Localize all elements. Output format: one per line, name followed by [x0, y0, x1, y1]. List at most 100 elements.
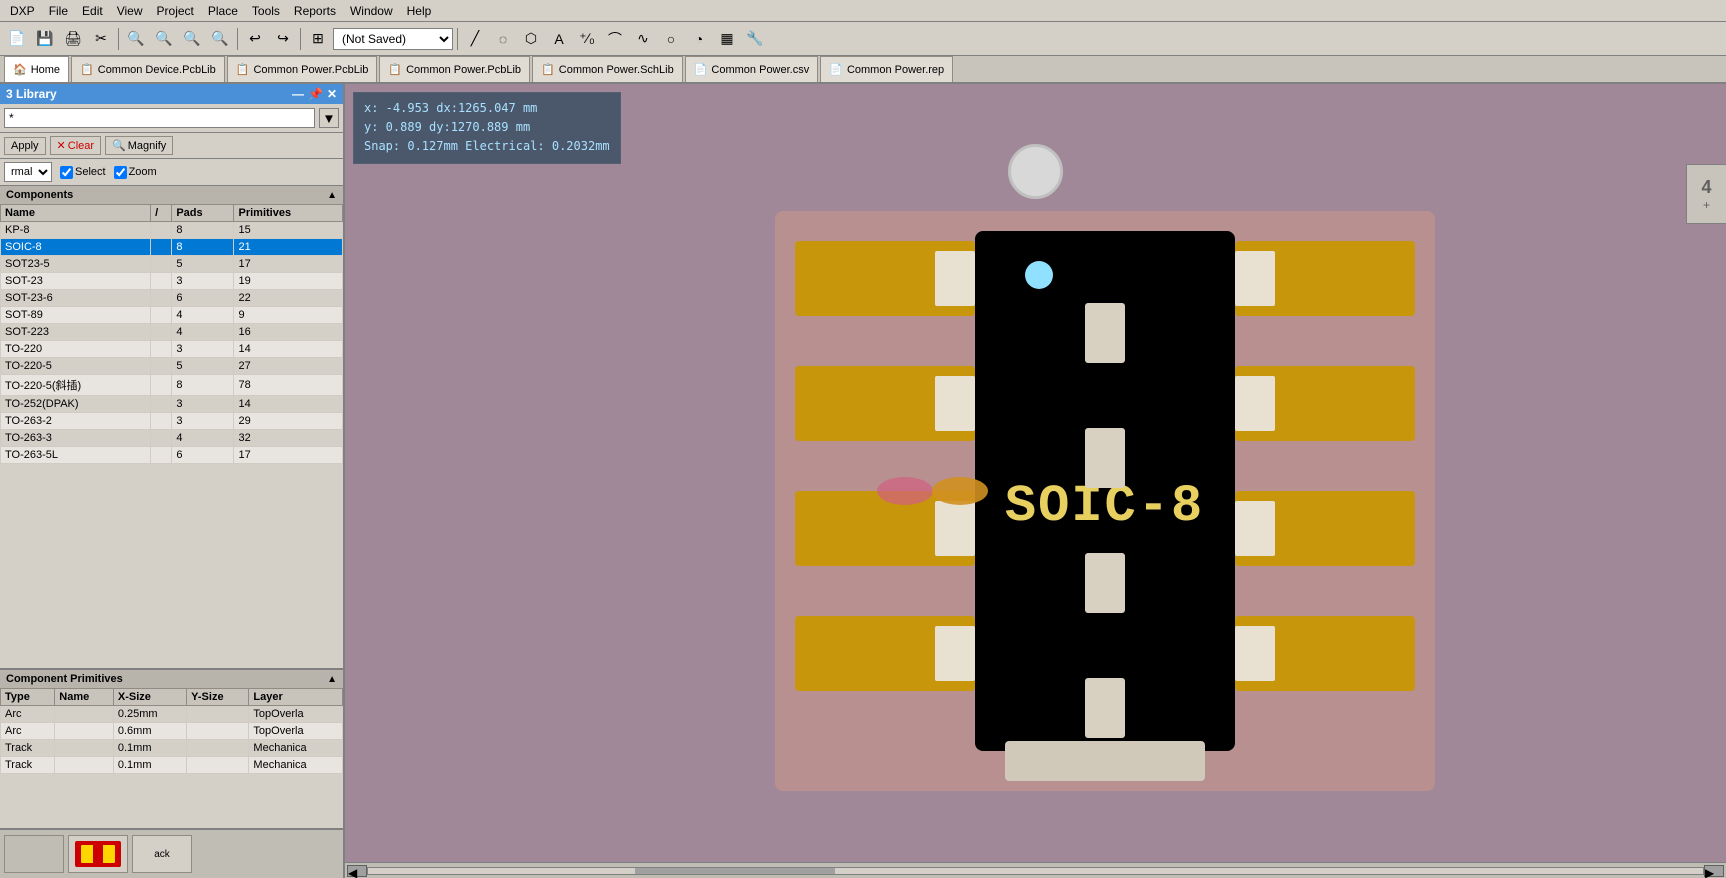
circle-button[interactable]: ○ — [658, 26, 684, 52]
print-button[interactable]: 🖨 — [60, 26, 86, 52]
num-button[interactable]: ⁺⁄₀ — [574, 26, 600, 52]
grid-button[interactable]: ⊞ — [305, 26, 331, 52]
panel-buttons: Apply ✕ Clear 🔍 Magnify — [0, 133, 343, 159]
zoom-checkbox[interactable] — [114, 166, 127, 179]
comp-pads: 6 — [172, 290, 234, 307]
menu-help[interactable]: Help — [401, 2, 438, 20]
bottom-btn-2[interactable] — [68, 835, 128, 873]
tab-common-power-csv[interactable]: 📄 Common Power.csv — [685, 56, 819, 82]
comp-name: SOT23-5 — [1, 256, 151, 273]
bottom-btn-1[interactable] — [4, 835, 64, 873]
tab-common-device-label: Common Device.PcbLib — [98, 64, 216, 76]
panel-minimize[interactable]: — — [292, 87, 304, 101]
panel-header: 3 Library — 📌 ✕ — [0, 84, 343, 104]
zoom-fit-button[interactable]: 🔍 — [179, 26, 205, 52]
save-button[interactable]: 💾 — [32, 26, 58, 52]
scroll-right[interactable]: ▶ — [1704, 865, 1724, 877]
tab-common-device[interactable]: 📋 Common Device.PcbLib — [71, 56, 225, 82]
table-row[interactable]: SOIC-8 8 21 — [1, 239, 343, 256]
undo2-button[interactable]: ⌒ — [602, 26, 628, 52]
table-row[interactable]: SOT-89 4 9 — [1, 307, 343, 324]
pcb-scrollbar[interactable]: ◀ ▶ — [345, 862, 1726, 878]
table-row[interactable]: Track 0.1mm Mechanica — [1, 757, 343, 774]
menu-project[interactable]: Project — [151, 2, 200, 20]
tab-common-power-schlib-label: Common Power.SchLib — [559, 64, 674, 76]
tab-common-power-schlib[interactable]: 📋 Common Power.SchLib — [532, 56, 683, 82]
not-saved-dropdown[interactable]: (Not Saved) — [333, 28, 453, 50]
text-button[interactable]: A — [546, 26, 572, 52]
table-row[interactable]: Arc 0.25mm TopOverla — [1, 706, 343, 723]
zoom-checkbox-label[interactable]: Zoom — [114, 166, 157, 179]
menu-tools[interactable]: Tools — [246, 2, 286, 20]
menu-view[interactable]: View — [111, 2, 149, 20]
table-row[interactable]: Track 0.1mm Mechanica — [1, 740, 343, 757]
right-panel-plus: + — [1703, 198, 1710, 212]
toolbar: 📄 💾 🖨 ✂ 🔍 🔍 🔍 🔍 ↩ ↪ ⊞ (Not Saved) ╱ ◌ ⬡ … — [0, 22, 1726, 56]
menu-file[interactable]: File — [43, 2, 74, 20]
table-row[interactable]: TO-263-3 4 32 — [1, 430, 343, 447]
components-collapse[interactable]: ▲ — [327, 190, 337, 201]
scroll-thumb[interactable] — [635, 868, 835, 874]
layout-button[interactable]: ▦ — [714, 26, 740, 52]
zoom-in-button[interactable]: 🔍 — [123, 26, 149, 52]
select-checkbox-label[interactable]: Select — [60, 166, 106, 179]
comp-pads: 4 — [172, 307, 234, 324]
tab-common-power-rep[interactable]: 📄 Common Power.rep — [820, 56, 953, 82]
pcb-canvas[interactable]: x: -4.953 dx:1265.047 mm y: 0.889 dy:127… — [345, 84, 1726, 878]
zoom-out-button[interactable]: 🔍 — [151, 26, 177, 52]
apply-button[interactable]: Apply — [4, 137, 46, 155]
arc-button[interactable]: ◌ — [490, 26, 516, 52]
table-row[interactable]: SOT-223 4 16 — [1, 324, 343, 341]
bottom-btn-3[interactable]: ack — [132, 835, 192, 873]
rep-icon: 📄 — [829, 63, 843, 76]
table-row[interactable]: SOT23-5 5 17 — [1, 256, 343, 273]
table-row[interactable]: TO-220-5(斜插) 8 78 — [1, 375, 343, 396]
clock-button[interactable]: ◔ — [686, 26, 712, 52]
table-row[interactable]: SOT-23-6 6 22 — [1, 290, 343, 307]
search-input[interactable] — [4, 108, 315, 128]
table-row[interactable]: TO-220 3 14 — [1, 341, 343, 358]
table-row[interactable]: Arc 0.6mm TopOverla — [1, 723, 343, 740]
panel-pin[interactable]: 📌 — [308, 87, 323, 101]
prim-type: Track — [1, 740, 55, 757]
line-button[interactable]: ╱ — [462, 26, 488, 52]
search-dropdown-button[interactable]: ▼ — [319, 108, 339, 128]
poly-button[interactable]: ⬡ — [518, 26, 544, 52]
table-row[interactable]: TO-220-5 5 27 — [1, 358, 343, 375]
components-table[interactable]: Name / Pads Primitives KP-8 8 15 SOIC-8 … — [0, 204, 343, 668]
redo-button[interactable]: ↪ — [270, 26, 296, 52]
table-row[interactable]: TO-263-2 3 29 — [1, 413, 343, 430]
panel-close[interactable]: ✕ — [327, 87, 337, 101]
undo-button[interactable]: ↩ — [242, 26, 268, 52]
cut-button[interactable]: ✂ — [88, 26, 114, 52]
tab-common-power-2[interactable]: 📋 Common Power.PcbLib — [379, 56, 530, 82]
type-dropdown[interactable]: rmal — [4, 162, 52, 182]
comp-primitives: 15 — [234, 222, 343, 239]
clear-button[interactable]: ✕ Clear — [50, 136, 102, 155]
menu-place[interactable]: Place — [202, 2, 244, 20]
table-row[interactable]: TO-263-5L 6 17 — [1, 447, 343, 464]
magnify-button[interactable]: 🔍 Magnify — [105, 136, 173, 155]
menu-window[interactable]: Window — [344, 2, 399, 20]
zoom-area-button[interactable]: 🔍 — [207, 26, 233, 52]
scroll-track[interactable] — [367, 867, 1704, 875]
chip-button[interactable]: 🔧 — [742, 26, 768, 52]
scroll-left[interactable]: ◀ — [347, 865, 367, 877]
comp-primitives: 27 — [234, 358, 343, 375]
wave-button[interactable]: ∿ — [630, 26, 656, 52]
prim-ysize — [187, 706, 249, 723]
table-row[interactable]: TO-252(DPAK) 3 14 — [1, 396, 343, 413]
table-row[interactable]: KP-8 8 15 — [1, 222, 343, 239]
tab-home[interactable]: 🏠 Home — [4, 56, 69, 82]
primitives-collapse[interactable]: ▲ — [327, 674, 337, 685]
comp-pads: 5 — [172, 358, 234, 375]
menu-dxp[interactable]: DXP — [4, 2, 41, 20]
new-button[interactable]: 📄 — [4, 26, 30, 52]
select-checkbox[interactable] — [60, 166, 73, 179]
primitives-table[interactable]: Type Name X-Size Y-Size Layer Arc 0.25mm… — [0, 688, 343, 828]
menu-reports[interactable]: Reports — [288, 2, 342, 20]
tab-common-power-1[interactable]: 📋 Common Power.PcbLib — [227, 56, 378, 82]
menu-edit[interactable]: Edit — [76, 2, 109, 20]
table-row[interactable]: SOT-23 3 19 — [1, 273, 343, 290]
right-panel-toggle[interactable]: 4 + — [1686, 164, 1726, 224]
